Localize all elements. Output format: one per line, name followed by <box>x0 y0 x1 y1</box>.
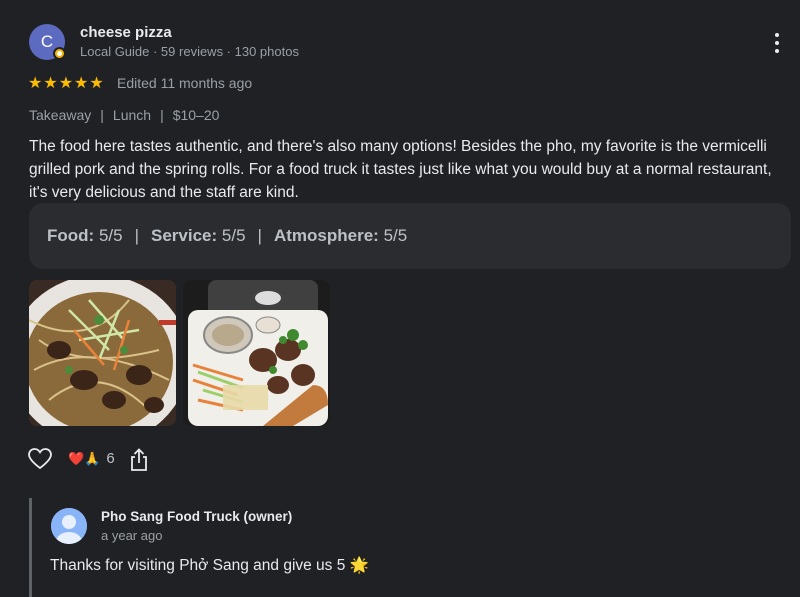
atmosphere-rating-value: 5/5 <box>383 226 408 245</box>
tag-price: $10–20 <box>172 107 220 123</box>
tag-service-type: Takeaway <box>29 107 92 123</box>
reaction-emoji-icons: ❤️🙏 <box>68 450 101 466</box>
star-rating: ★★★★★ <box>28 75 105 92</box>
review-card: C cheese pizza Local Guide · 59 reviews … <box>0 0 800 597</box>
tag-separator: | <box>100 107 104 123</box>
atmosphere-rating-label: Atmosphere: <box>273 226 379 245</box>
like-heart-icon[interactable] <box>28 448 52 470</box>
food-rating-value: 5/5 <box>98 226 123 245</box>
sub-ratings-box: Food: 5/5 | Service: 5/5 | Atmosphere: 5… <box>29 203 791 269</box>
reactions-summary[interactable]: ❤️🙏 6 <box>68 450 115 467</box>
rating-separator: | <box>257 226 262 245</box>
owner-reply-time: a year ago <box>101 528 163 543</box>
tag-separator: | <box>160 107 164 123</box>
service-rating-label: Service: <box>151 226 218 245</box>
share-icon[interactable] <box>129 448 149 472</box>
reaction-count: 6 <box>106 450 115 467</box>
rating-separator: | <box>134 226 139 245</box>
tag-meal-type: Lunch <box>112 107 152 123</box>
local-guide-badge-icon <box>53 47 66 60</box>
owner-reply-text: Thanks for visiting Phở Sang and give us… <box>50 557 369 574</box>
owner-avatar <box>51 508 87 544</box>
reviewer-meta: Local Guide · 59 reviews · 130 photos <box>80 44 299 59</box>
visit-tags: Takeaway | Lunch | $10–20 <box>29 107 219 123</box>
vermicelli-bowl-photo[interactable] <box>29 280 176 426</box>
service-rating-value: 5/5 <box>221 226 246 245</box>
owner-name: Pho Sang Food Truck (owner) <box>101 509 293 524</box>
takeout-box-photo[interactable] <box>183 280 330 426</box>
reviewer-name[interactable]: cheese pizza <box>80 24 172 41</box>
reply-divider <box>29 498 32 597</box>
more-options-icon[interactable] <box>768 30 786 56</box>
review-text: The food here tastes authentic, and ther… <box>29 138 772 201</box>
edited-timestamp: Edited 11 months ago <box>117 75 253 91</box>
food-rating-label: Food: <box>47 226 95 245</box>
